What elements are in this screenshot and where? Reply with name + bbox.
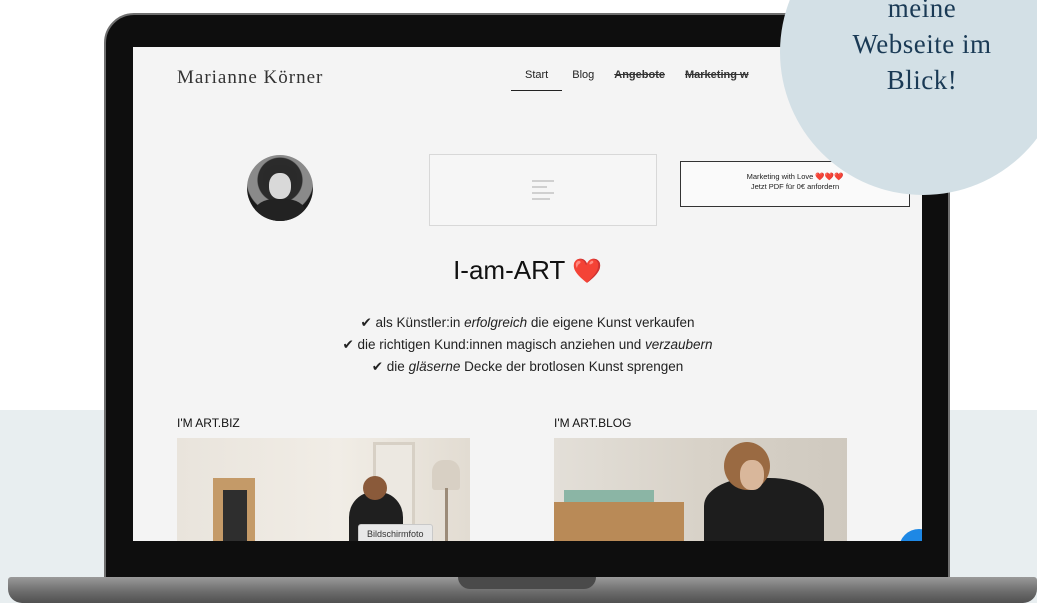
- badge-line: meine: [887, 0, 957, 23]
- blog-photo[interactable]: [554, 438, 847, 541]
- text-lines-icon: [532, 176, 554, 204]
- check-icon: ✔: [371, 359, 384, 374]
- nav-angebote[interactable]: Angebote: [614, 69, 665, 91]
- hero-title: I-am-ART ❤️: [133, 255, 922, 286]
- section-label-biz[interactable]: I'M ART.BIZ: [177, 416, 240, 430]
- site-nav: Start Blog Angebote Marketing w: [511, 69, 769, 91]
- hero-points: ✔ als Künstler:in erfolgreich die eigene…: [133, 312, 922, 378]
- hero-point: ✔ die gläserne Decke der brotlosen Kunst…: [371, 359, 684, 374]
- hero-point: ✔ als Künstler:in erfolgreich die eigene…: [360, 315, 695, 330]
- screenshot-tooltip: Bildschirmfoto: [358, 524, 433, 541]
- laptop-notch: [458, 577, 596, 589]
- avatar: [247, 155, 313, 221]
- heart-icon: ❤️: [572, 258, 602, 285]
- hero-point: ✔ die richtigen Kund:innen magisch anzie…: [342, 337, 713, 352]
- nav-blog[interactable]: Blog: [572, 69, 594, 91]
- section-label-blog[interactable]: I'M ART.BLOG: [554, 416, 631, 430]
- chat-bubble-icon[interactable]: [899, 529, 922, 541]
- image-placeholder: [429, 154, 657, 226]
- check-icon: ✔: [342, 337, 354, 352]
- badge-line: Blick!: [886, 65, 958, 95]
- nav-start[interactable]: Start: [511, 69, 563, 91]
- nav-marketing[interactable]: Marketing w: [685, 69, 749, 91]
- badge-line: Webseite im: [852, 29, 992, 59]
- hero-title-text: I-am-ART: [453, 255, 565, 285]
- check-icon: ✔: [360, 315, 372, 330]
- badge-text: meine Webseite im Blick!: [782, 0, 1037, 98]
- site-brand[interactable]: Marianne Körner: [177, 67, 323, 89]
